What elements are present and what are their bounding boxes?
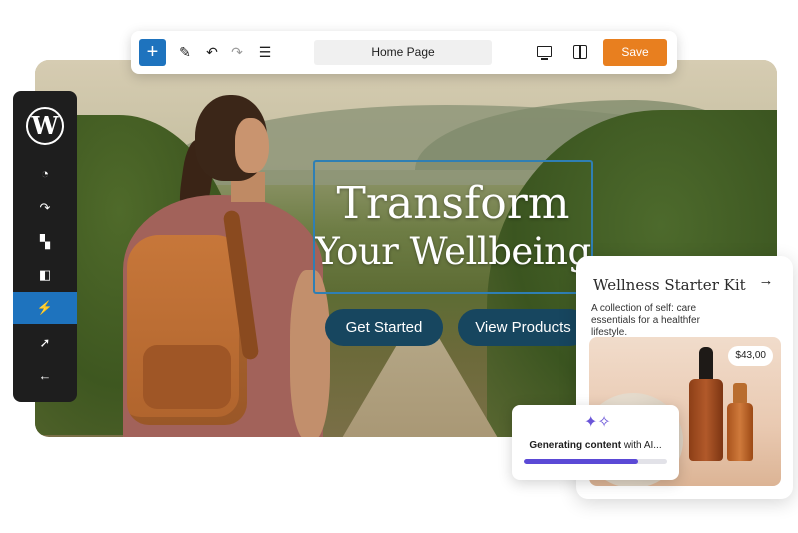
headline-line-1: Transform (336, 178, 570, 229)
generating-status-rest: with AI... (621, 440, 662, 451)
desktop-preview-icon[interactable] (537, 46, 552, 60)
generating-status-bold: Generating content (529, 440, 622, 451)
save-button[interactable]: Save (603, 39, 667, 66)
pen-tool-icon[interactable]: ✎ (175, 42, 195, 62)
plus-icon[interactable]: + (139, 39, 166, 66)
arrow-right-icon[interactable]: → (755, 270, 777, 292)
headline-block-selected[interactable]: Transform Your Wellbeing (313, 160, 593, 294)
dropper-cap (699, 347, 713, 381)
bottle-cap (733, 383, 747, 405)
get-started-button[interactable]: Get Started (325, 309, 443, 346)
ai-generating-card: ✦✧ Generating content with AI... (512, 405, 679, 480)
redo-arrow-icon[interactable]: ↷ (13, 192, 77, 224)
sparkle-icon: ✦✧ (584, 414, 611, 431)
hiker-arm (290, 270, 330, 437)
redo-icon[interactable]: ↷ (227, 42, 247, 62)
view-products-button[interactable]: View Products (458, 309, 588, 346)
list-view-icon[interactable]: ☰ (255, 42, 275, 62)
headline-line-2: Your Wellbeing (315, 230, 591, 273)
pin-arrow-icon[interactable]: ➚ (13, 327, 77, 359)
undo-icon[interactable]: ↶ (202, 42, 222, 62)
product-title: Wellness Starter Kit (593, 276, 746, 294)
magic-wand-icon[interactable]: ⚡ (13, 292, 77, 324)
back-arrow-icon[interactable]: ← (13, 360, 77, 392)
editor-sidebar: W ◔ ↷ ▚ ◧ ⚡ ➚ ← (13, 91, 77, 402)
editor-toolbar: + ✎ ↶ ↷ ☰ Home Page Save (131, 31, 677, 74)
amber-bottle-small (727, 403, 753, 461)
palette-icon[interactable]: ◔ (13, 158, 77, 190)
backpack-pocket (143, 345, 231, 409)
split-view-icon[interactable] (573, 45, 587, 59)
amber-bottle-large (689, 379, 723, 461)
progress-bar (524, 459, 667, 464)
page-title[interactable]: Home Page (314, 40, 492, 65)
price-badge: $43,00 (728, 346, 773, 366)
blocks-icon[interactable]: ▚ (13, 226, 77, 258)
wordpress-logo-icon[interactable]: W (26, 107, 64, 145)
product-description: A collection of self: care essentials fo… (591, 303, 700, 338)
generating-status: Generating content with AI... (512, 440, 679, 451)
hiker-face (235, 118, 269, 173)
layout-icon[interactable]: ◧ (13, 259, 77, 291)
progress-fill (524, 459, 639, 464)
